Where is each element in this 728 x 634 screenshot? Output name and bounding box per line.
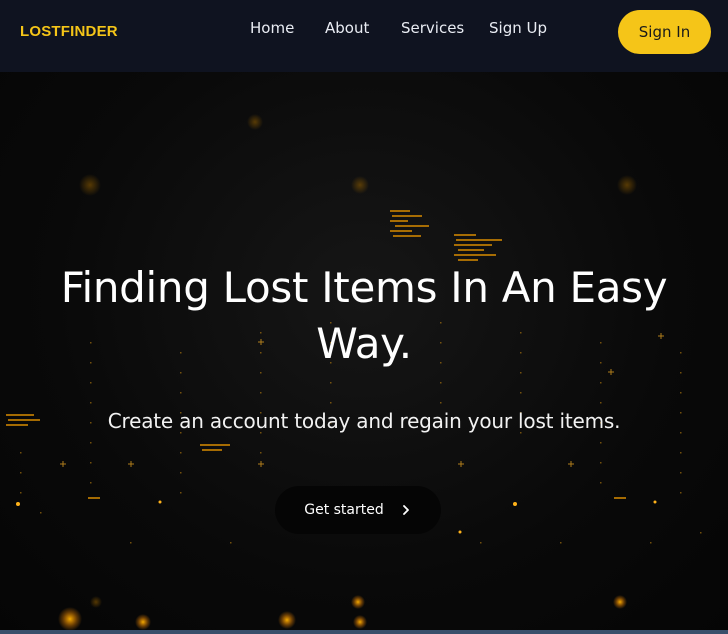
hero-title: Finding Lost Items In An Easy Way. — [20, 260, 708, 372]
get-started-button[interactable]: Get started — [275, 486, 441, 534]
hero-subtitle: Create an account today and regain your … — [107, 409, 621, 433]
nav-link-sign-up[interactable]: Sign Up — [489, 19, 547, 37]
sign-in-button[interactable]: Sign In — [618, 10, 711, 54]
hero-title-line-1: Finding Lost Items In An Easy — [60, 263, 668, 312]
nav-link-about[interactable]: About — [325, 19, 369, 37]
top-navbar: LOSTFINDER Home About Services Sign Up S… — [0, 0, 728, 72]
hero-section: Finding Lost Items In An Easy Way. Creat… — [0, 72, 728, 634]
chevron-right-icon — [402, 505, 409, 515]
hero-title-line-2: Way. — [316, 319, 412, 368]
nav-link-services[interactable]: Services — [401, 19, 464, 37]
get-started-label: Get started — [304, 502, 384, 518]
nav-link-home[interactable]: Home — [250, 19, 294, 37]
bottom-edge-bar — [0, 630, 728, 634]
brand-logo[interactable]: LOSTFINDER — [20, 23, 118, 40]
